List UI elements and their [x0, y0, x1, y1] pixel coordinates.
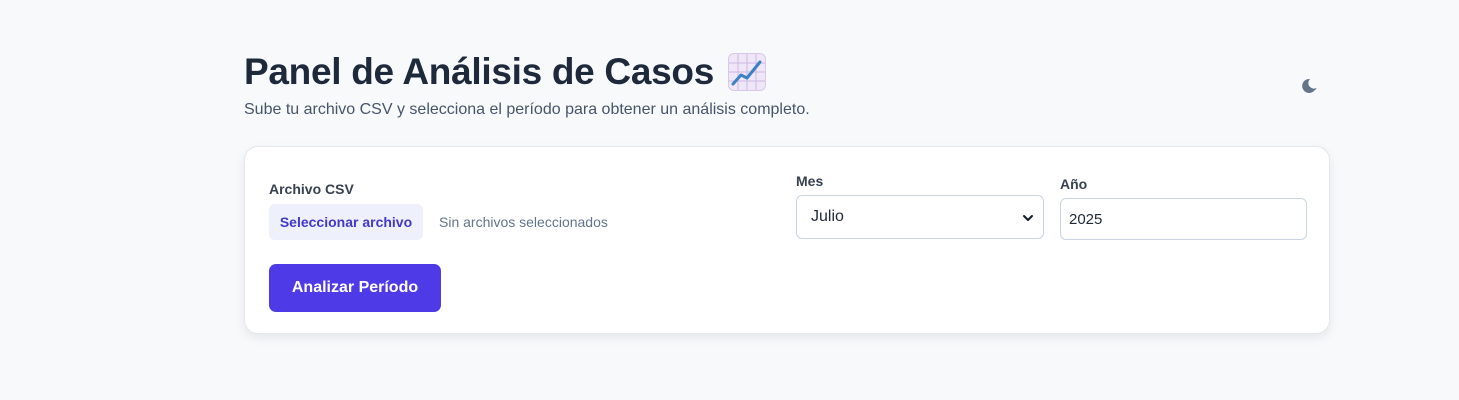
year-input[interactable] — [1060, 198, 1307, 240]
page: Panel de Análisis de Casos Sube tu archi… — [0, 0, 1459, 400]
file-label: Archivo CSV — [269, 181, 354, 197]
page-title: Panel de Análisis de Casos — [244, 51, 714, 92]
month-select[interactable]: Julio — [796, 195, 1044, 239]
chart-increasing-icon — [727, 53, 766, 91]
month-label: Mes — [796, 173, 824, 189]
analysis-form-card: Archivo CSV Seleccionar archivo Sin arch… — [244, 146, 1330, 334]
chevron-down-icon — [1023, 215, 1033, 221]
title-row: Panel de Análisis de Casos — [244, 50, 810, 94]
select-file-button[interactable]: Seleccionar archivo — [269, 204, 423, 240]
analyze-period-button[interactable]: Analizar Período — [269, 264, 441, 312]
theme-toggle-button[interactable] — [1299, 74, 1323, 98]
month-select-value: Julio — [811, 208, 844, 225]
year-label: Año — [1060, 176, 1088, 192]
file-status-text: Sin archivos seleccionados — [439, 214, 608, 230]
page-subtitle: Sube tu archivo CSV y selecciona el perí… — [244, 101, 810, 118]
moon-icon — [1302, 78, 1317, 93]
page-header: Panel de Análisis de Casos Sube tu archi… — [244, 50, 810, 120]
